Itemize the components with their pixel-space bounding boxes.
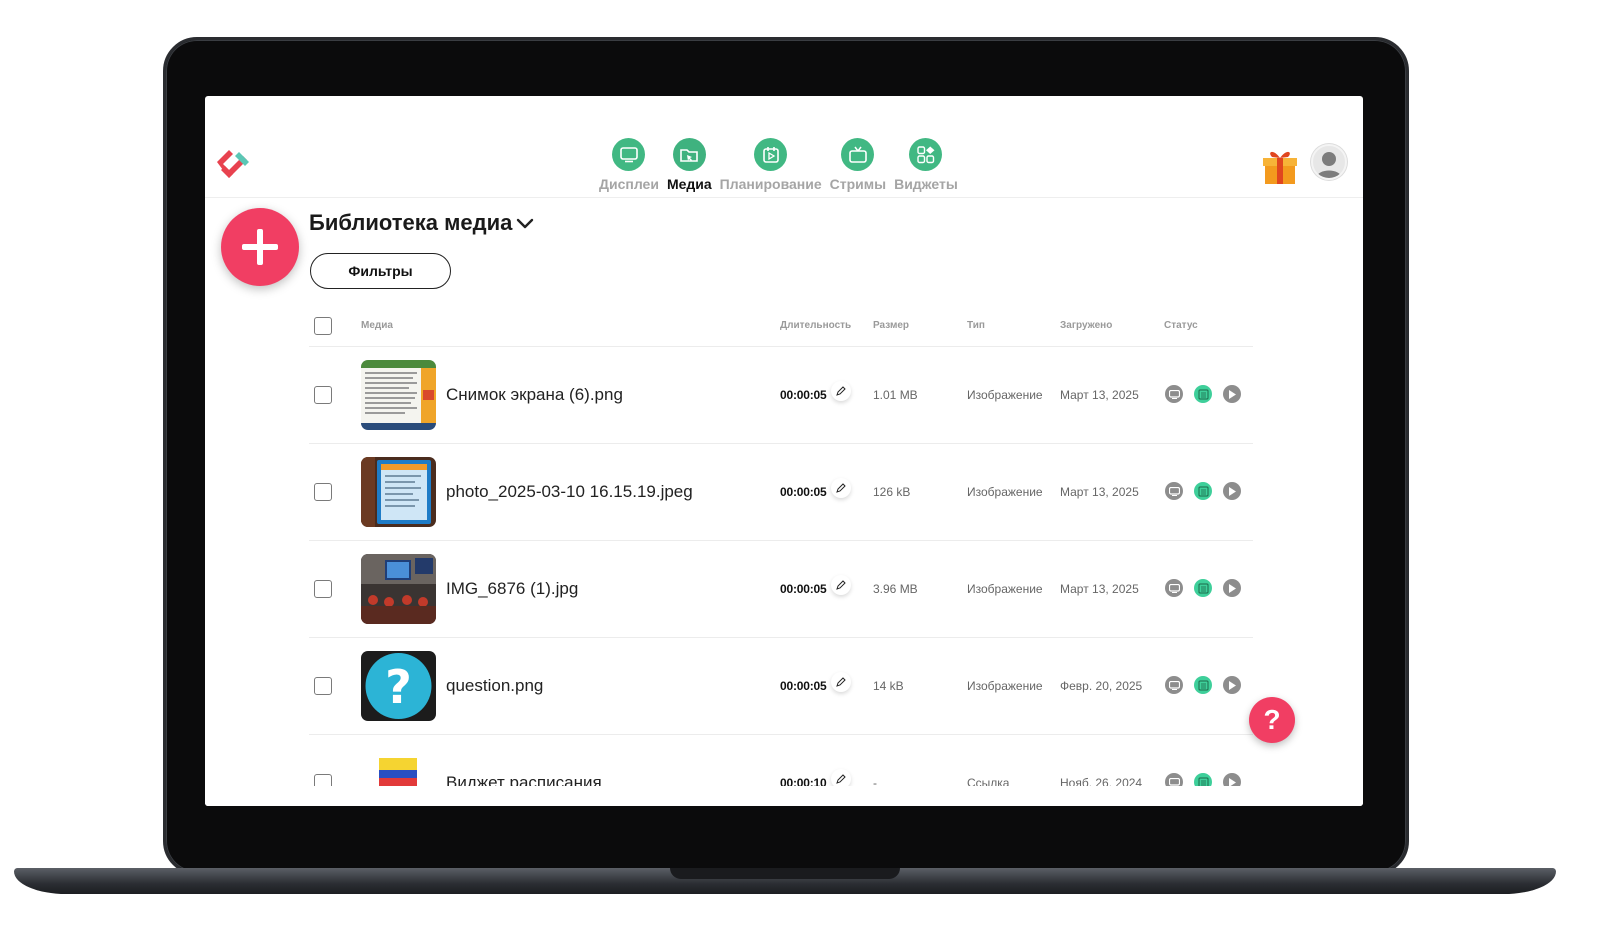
edit-duration-button[interactable] [831, 672, 851, 692]
media-thumbnail[interactable] [361, 554, 436, 624]
schedule-status-icon[interactable] [1194, 676, 1212, 694]
header-duration: Длительность [780, 320, 852, 331]
nav-media-label: Медиа [666, 176, 712, 192]
pencil-icon [836, 774, 846, 784]
media-name[interactable]: Снимок экрана (6).png [446, 385, 623, 405]
display-status-icon[interactable] [1165, 385, 1183, 403]
play-icon[interactable] [1223, 482, 1241, 500]
nav-scheduling-label: Планирование [719, 176, 822, 192]
main-nav: Дисплеи Медиа Планирование Стримы Виджет… [595, 138, 962, 192]
media-size: 1.01 MB [873, 388, 918, 402]
logo-icon[interactable] [213, 148, 253, 182]
play-icon[interactable] [1223, 676, 1241, 694]
header-uploaded: Загружено [1060, 320, 1113, 331]
chevron-down-icon[interactable] [515, 216, 535, 230]
table-row[interactable]: ? question.png 00:00:05 14 kB Изображени… [309, 638, 1253, 735]
pencil-icon [836, 386, 846, 396]
nav-streams[interactable]: Стримы [826, 138, 890, 192]
schedule-status-icon[interactable] [1194, 385, 1212, 403]
header-media: Медиа [361, 320, 393, 331]
display-status-icon[interactable] [1165, 676, 1183, 694]
help-button[interactable]: ? [1249, 697, 1295, 743]
row-checkbox[interactable] [314, 580, 332, 598]
edit-duration-button[interactable] [831, 381, 851, 401]
media-name[interactable]: photo_2025-03-10 16.15.19.jpeg [446, 482, 693, 502]
schedule-status-icon[interactable] [1194, 579, 1212, 597]
media-thumbnail[interactable]: ? [361, 651, 436, 721]
nav-widgets[interactable]: Виджеты [890, 138, 962, 192]
nav-scheduling[interactable]: Планирование [716, 138, 826, 192]
pencil-icon [836, 580, 846, 590]
media-uploaded: Март 13, 2025 [1060, 485, 1139, 499]
user-icon [1316, 152, 1342, 178]
top-navigation-bar: Дисплеи Медиа Планирование Стримы Виджет… [205, 96, 1363, 198]
table-row[interactable]: photo_2025-03-10 16.15.19.jpeg 00:00:05 … [309, 444, 1253, 541]
header-type: Тип [967, 320, 985, 331]
header-size: Размер [873, 320, 910, 331]
media-thumbnail[interactable] [361, 457, 436, 527]
monitor-icon [612, 138, 646, 171]
media-duration: 00:00:05 [780, 582, 827, 596]
media-name[interactable]: IMG_6876 (1).jpg [446, 579, 578, 599]
media-size: 3.96 MB [873, 582, 918, 596]
display-status-icon[interactable] [1165, 579, 1183, 597]
row-checkbox[interactable] [314, 386, 332, 404]
gift-icon[interactable] [1261, 146, 1299, 186]
pencil-icon [836, 677, 846, 687]
media-type: Изображение [967, 485, 1043, 499]
play-icon[interactable] [1223, 385, 1241, 403]
table-row[interactable]: IMG_6876 (1).jpg 00:00:05 3.96 MB Изобра… [309, 541, 1253, 638]
media-thumbnail[interactable] [361, 360, 436, 430]
table-header: Медиа Длительность Размер Тип Загружено … [309, 309, 1253, 347]
media-type: Изображение [967, 582, 1043, 596]
media-table: Медиа Длительность Размер Тип Загружено … [309, 309, 1253, 806]
nav-media[interactable]: Медиа [663, 138, 716, 192]
add-media-button[interactable] [221, 208, 299, 286]
select-all-checkbox[interactable] [314, 317, 332, 335]
page-title: Библиотека медиа [309, 210, 513, 235]
media-status [1165, 385, 1241, 403]
app-screen: Дисплеи Медиа Планирование Стримы Виджет… [205, 96, 1363, 806]
media-uploaded: Март 13, 2025 [1060, 582, 1139, 596]
filters-button[interactable]: Фильтры [310, 253, 451, 289]
media-size: 14 kB [873, 679, 904, 693]
nav-displays-label: Дисплеи [599, 176, 659, 192]
stream-icon [841, 138, 875, 171]
schedule-status-icon[interactable] [1194, 482, 1212, 500]
media-uploaded: Март 13, 2025 [1060, 388, 1139, 402]
media-folder-icon [672, 138, 706, 171]
user-avatar[interactable] [1311, 144, 1347, 180]
edit-duration-button[interactable] [831, 575, 851, 595]
media-size: 126 kB [873, 485, 911, 499]
plus-icon [242, 229, 278, 265]
nav-streams-label: Стримы [829, 176, 887, 192]
media-uploaded: Февр. 20, 2025 [1060, 679, 1143, 693]
media-type: Изображение [967, 679, 1043, 693]
table-row[interactable]: Снимок экрана (6).png 00:00:05 1.01 MB И… [309, 347, 1253, 444]
header-status: Статус [1164, 320, 1198, 331]
play-icon[interactable] [1223, 579, 1241, 597]
question-mark-icon: ? [385, 660, 412, 714]
display-status-icon[interactable] [1165, 482, 1183, 500]
schedule-icon [754, 138, 788, 171]
pencil-icon [836, 483, 846, 493]
media-status [1165, 482, 1241, 500]
widgets-icon [909, 138, 943, 171]
media-duration: 00:00:05 [780, 679, 827, 693]
row-checkbox[interactable] [314, 483, 332, 501]
edit-duration-button[interactable] [831, 478, 851, 498]
media-duration: 00:00:05 [780, 388, 827, 402]
nav-displays[interactable]: Дисплеи [595, 138, 663, 192]
row-checkbox[interactable] [314, 677, 332, 695]
media-type: Изображение [967, 388, 1043, 402]
media-name[interactable]: question.png [446, 676, 543, 696]
media-status [1165, 579, 1241, 597]
media-status [1165, 676, 1241, 694]
laptop-notch [670, 868, 900, 879]
viewport-bottom-edge [205, 786, 1363, 806]
media-duration: 00:00:05 [780, 485, 827, 499]
nav-widgets-label: Виджеты [894, 176, 958, 192]
